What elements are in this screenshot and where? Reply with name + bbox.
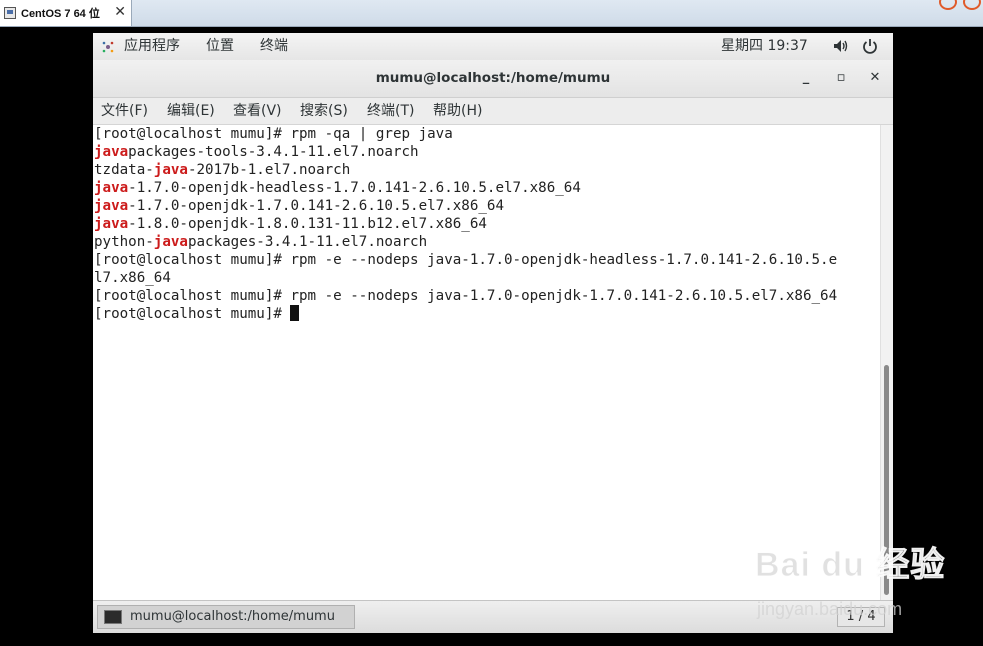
output-text: -1.8.0-openjdk-1.8.0.131-11.b12.el7.x86_…	[128, 216, 487, 232]
terminal-icon	[104, 610, 122, 624]
menu-search[interactable]: 搜索(S)	[300, 102, 348, 120]
clock[interactable]: 星期四 19:37	[721, 37, 808, 55]
close-button[interactable]: ✕	[866, 69, 884, 87]
output-text: tzdata-	[94, 162, 154, 178]
text-cursor	[290, 305, 300, 321]
maximize-button[interactable]: ▫	[832, 69, 850, 87]
terminal-line: [root@localhost mumu]#	[94, 305, 880, 323]
power-icon[interactable]	[862, 38, 878, 54]
match-highlight: java	[94, 216, 129, 232]
taskbar-item-label: mumu@localhost:/home/mumu	[130, 609, 335, 624]
match-highlight: java	[94, 198, 129, 214]
terminal-scrollbar[interactable]	[880, 125, 893, 600]
vm-tab-title: CentOS 7 64 位	[21, 8, 100, 20]
terminal-app-menu[interactable]: 终端	[260, 37, 288, 55]
output-text: python-	[94, 234, 154, 250]
vm-tab-centos[interactable]: CentOS 7 64 位 ✕	[0, 0, 132, 26]
watermark-brand: Bai du 经验	[754, 546, 946, 585]
match-highlight: java	[153, 234, 188, 250]
output-text: -1.7.0-openjdk-1.7.0.141-2.6.10.5.el7.x8…	[128, 198, 505, 214]
terminal-line: tzdata-java-2017b-1.el7.noarch	[94, 161, 880, 179]
terminal-menubar: 文件(F) 编辑(E) 查看(V) 搜索(S) 终端(T) 帮助(H)	[93, 98, 893, 125]
places-menu[interactable]: 位置	[206, 37, 234, 55]
watermark-url: jingyan.baidu.com	[757, 599, 903, 619]
prompt-text: [root@localhost mumu]#	[94, 306, 291, 322]
watermark: Bai du 经验 jingyan.baidu.com	[754, 537, 955, 627]
menu-terminal[interactable]: 终端(T)	[367, 102, 414, 120]
vm-toolbar-icon[interactable]	[939, 0, 957, 10]
vm-toolbar-icons	[861, 0, 981, 10]
applications-menu[interactable]: 应用程序	[124, 37, 180, 55]
output-text: -1.7.0-openjdk-headless-1.7.0.141-2.6.10…	[128, 180, 581, 196]
volume-icon[interactable]	[833, 39, 849, 53]
command-text: [root@localhost mumu]# rpm -e --nodeps j…	[94, 252, 838, 268]
menu-help[interactable]: 帮助(H)	[433, 102, 482, 120]
taskbar-item-terminal[interactable]: mumu@localhost:/home/mumu	[97, 605, 355, 629]
terminal-line: java-1.7.0-openjdk-1.7.0.141-2.6.10.5.el…	[94, 197, 880, 215]
output-text: packages-tools-3.4.1-11.el7.noarch	[128, 144, 419, 160]
terminal-line: javapackages-tools-3.4.1-11.el7.noarch	[94, 143, 880, 161]
output-text: packages-3.4.1-11.el7.noarch	[187, 234, 428, 250]
minimize-button[interactable]: _	[797, 69, 815, 87]
terminal-line: l7.x86_64	[94, 269, 880, 287]
command-text: [root@localhost mumu]# rpm -e --nodeps j…	[94, 288, 838, 304]
window-title: mumu@localhost:/home/mumu	[375, 70, 611, 86]
menu-view[interactable]: 查看(V)	[233, 102, 282, 120]
match-highlight: java	[94, 144, 129, 160]
close-icon[interactable]: ✕	[114, 4, 126, 20]
command-text: l7.x86_64	[94, 270, 171, 286]
match-highlight: java	[94, 180, 129, 196]
terminal-line: java-1.8.0-openjdk-1.8.0.131-11.b12.el7.…	[94, 215, 880, 233]
terminal-line: [root@localhost mumu]# rpm -e --nodeps j…	[94, 251, 880, 269]
terminal-line: java-1.7.0-openjdk-headless-1.7.0.141-2.…	[94, 179, 880, 197]
command-text: [root@localhost mumu]# rpm -qa | grep ja…	[94, 126, 453, 142]
terminal-window: mumu@localhost:/home/mumu _ ▫ ✕ 文件(F) 编辑…	[93, 60, 893, 600]
terminal-line: [root@localhost mumu]# rpm -qa | grep ja…	[94, 125, 880, 143]
menu-edit[interactable]: 编辑(E)	[167, 102, 215, 120]
menu-file[interactable]: 文件(F)	[101, 102, 148, 120]
window-titlebar[interactable]: mumu@localhost:/home/mumu _ ▫ ✕	[93, 60, 893, 98]
vm-machine-icon	[4, 7, 16, 19]
gnome-foot-icon	[102, 41, 114, 53]
match-highlight: java	[153, 162, 188, 178]
output-text: -2017b-1.el7.noarch	[187, 162, 351, 178]
vm-tab-strip: CentOS 7 64 位 ✕	[0, 0, 983, 27]
terminal-output[interactable]: [root@localhost mumu]# rpm -qa | grep ja…	[93, 125, 880, 600]
terminal-line: python-javapackages-3.4.1-11.el7.noarch	[94, 233, 880, 251]
gnome-top-bar: 应用程序 位置 终端 星期四 19:37	[93, 33, 893, 61]
vm-toolbar-icon[interactable]	[963, 0, 981, 10]
terminal-line: [root@localhost mumu]# rpm -e --nodeps j…	[94, 287, 880, 305]
